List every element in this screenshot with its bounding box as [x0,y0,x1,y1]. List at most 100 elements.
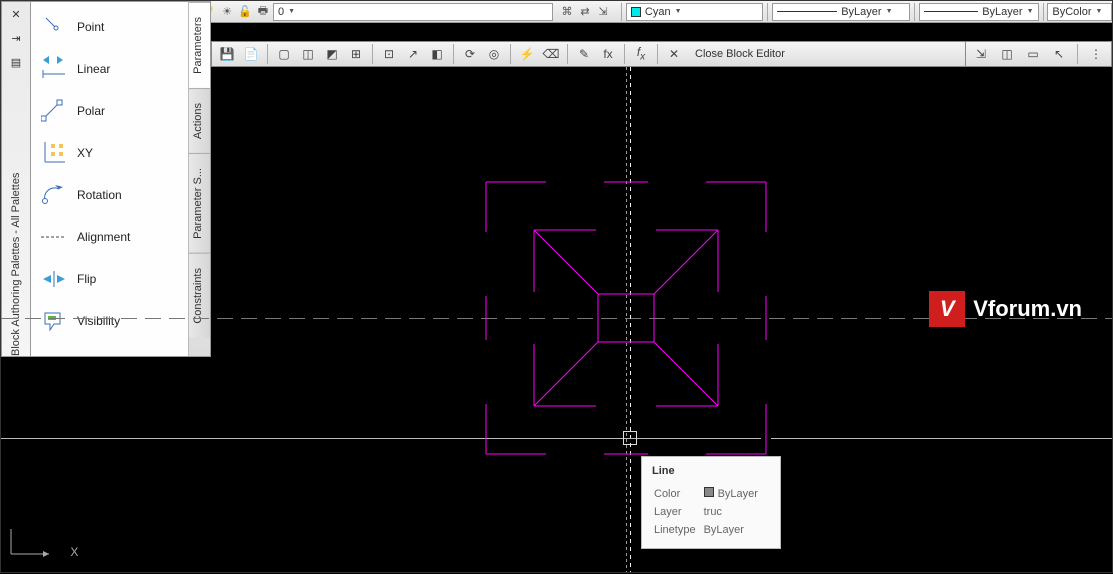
toolbar-divider [1043,3,1044,21]
rotation-icon [41,183,65,207]
plotstyle-dropdown-value: ByColor [1052,6,1091,18]
parameter-icon[interactable]: ⊡ [378,43,400,65]
palette-item-xy[interactable]: XY [31,132,188,174]
color-dropdown[interactable]: Cyan [626,3,763,21]
palette-item-label: Rotation [77,188,122,202]
auto-constrain-icon[interactable]: ◫ [297,43,319,65]
palette-item-label: XY [77,146,93,160]
print-icon[interactable]: 🖶 [255,4,271,20]
palette-item-alignment[interactable]: Alignment [31,216,188,258]
update-icon[interactable]: ⟳ [459,43,481,65]
define-attr-icon[interactable]: ◧ [426,43,448,65]
toolbar-separator [453,44,454,64]
close-palette-icon[interactable]: ✕ [6,4,26,24]
ucs-icon: X [11,529,74,562]
misc-icon[interactable]: ⋮ [1085,43,1107,65]
layer-dropdown-value: 0 [278,6,284,18]
toolbar-separator [567,44,568,64]
sun-icon[interactable]: ☀ [219,4,235,20]
toolbar-separator [624,44,625,64]
watermark-text: Vforum.vn [973,296,1082,322]
watermark: V Vforum.vn [929,291,1082,327]
lineweight-sample-icon [924,11,979,12]
palette-titlebar[interactable]: ✕ ⇥ ▤ Block Authoring Palettes - All Pal… [1,1,31,357]
block-properties-icon[interactable]: fx [597,43,619,65]
color-swatch-icon [631,7,641,17]
tooltip-title: Line [652,465,770,477]
tooltip-row: Linetype ByLayer [654,522,764,538]
palette-menu-icon[interactable]: ▤ [6,52,26,72]
delete-constraints-icon[interactable]: ⌫ [540,43,562,65]
toolbar-separator [267,44,268,64]
palette-item-list: Point Linear Polar XY Rotation Alignment [31,2,188,356]
layer-match-icon[interactable]: ⇲ [595,4,611,20]
save-block-icon[interactable]: 💾 [216,43,238,65]
palette-item-label: Flip [77,272,96,286]
tab-constraints[interactable]: Constraints [189,253,210,338]
close-block-editor-button[interactable]: Close Block Editor [687,48,793,60]
palette-item-flip[interactable]: Flip [31,258,188,300]
related-icon[interactable]: ⇲ [970,43,992,65]
visibility-state-icon[interactable]: ◎ [483,43,505,65]
pick-icon[interactable]: ↖ [1048,43,1070,65]
tab-parameter-sets[interactable]: Parameter S... [189,153,210,253]
action-icon[interactable]: ↗ [402,43,424,65]
tooltip-row: Layer truc [654,504,764,520]
hover-tooltip: Line Color ByLayer Layer truc Linetype B… [641,456,781,549]
lineweight-dropdown[interactable]: ByLayer [919,3,1039,21]
lineweight-dropdown-value: ByLayer [982,6,1022,18]
layer-dropdown[interactable]: 0 [273,3,553,21]
tooltip-swatch-icon [704,487,714,497]
block-authoring-palette: ✕ ⇥ ▤ Block Authoring Palettes - All Pal… [1,1,211,357]
palette-item-label: Point [77,20,104,34]
close-icon[interactable]: ✕ [663,43,685,65]
linetype-dropdown[interactable]: ByLayer [772,3,909,21]
select-icon[interactable]: ▭ [1022,43,1044,65]
visibility-icon [41,309,65,333]
palette-item-label: Alignment [77,230,130,244]
toolbar-divider [914,3,915,21]
block-table-icon[interactable]: ⊞ [345,43,367,65]
palette-item-visibility[interactable]: Visibility [31,300,188,342]
palette-item-label: Linear [77,62,110,76]
tooltip-key: Layer [654,504,702,520]
tooltip-key: Linetype [654,522,702,538]
test-block-icon[interactable]: ▢ [273,43,295,65]
saveas-block-icon[interactable]: 📄 [240,43,262,65]
palette-item-point[interactable]: Point [31,6,188,48]
alignment-icon [41,225,65,249]
crosshair-horizontal [1,438,761,439]
palette-item-polar[interactable]: Polar [31,90,188,132]
plotstyle-dropdown[interactable]: ByColor [1047,3,1112,21]
tooltip-val: ByLayer [704,522,764,538]
crosshair-horizontal [771,438,1112,439]
tab-parameters[interactable]: Parameters [189,2,210,88]
palette-tabs: Parameters Actions Parameter S... Constr… [188,2,210,356]
linetype-dropdown-value: ByLayer [841,6,881,18]
palette-item-label: Polar [77,104,105,118]
palette-item-rotation[interactable]: Rotation [31,174,188,216]
toolbar-separator [510,44,511,64]
crosshair-vertical [630,67,631,572]
show-constraints-icon[interactable]: ◩ [321,43,343,65]
tooltip-val: truc [704,504,764,520]
bolt-icon[interactable]: ⚡ [516,43,538,65]
fx-icon[interactable]: fx [630,43,652,65]
palette-item-linear[interactable]: Linear [31,48,188,90]
lock-icon[interactable]: 🔓 [237,4,253,20]
tooltip-row: Color ByLayer [654,485,764,502]
toolbar-separator [657,44,658,64]
tooltip-val: ByLayer [718,488,758,500]
cycle-icon[interactable]: ◫ [996,43,1018,65]
toolbar-divider [767,3,768,21]
point-icon [41,15,65,39]
auto-hide-icon[interactable]: ⇥ [6,28,26,48]
linetype-sample-icon [777,11,837,12]
layer-prev-icon[interactable]: ⇄ [577,4,593,20]
toolbar-separator [372,44,373,64]
palette-item-label: Visibility [77,314,120,328]
layer-states-icon[interactable]: ⌘ [559,4,575,20]
toolbar-divider [621,3,622,21]
construction-icon[interactable]: ✎ [573,43,595,65]
tab-actions[interactable]: Actions [189,88,210,153]
